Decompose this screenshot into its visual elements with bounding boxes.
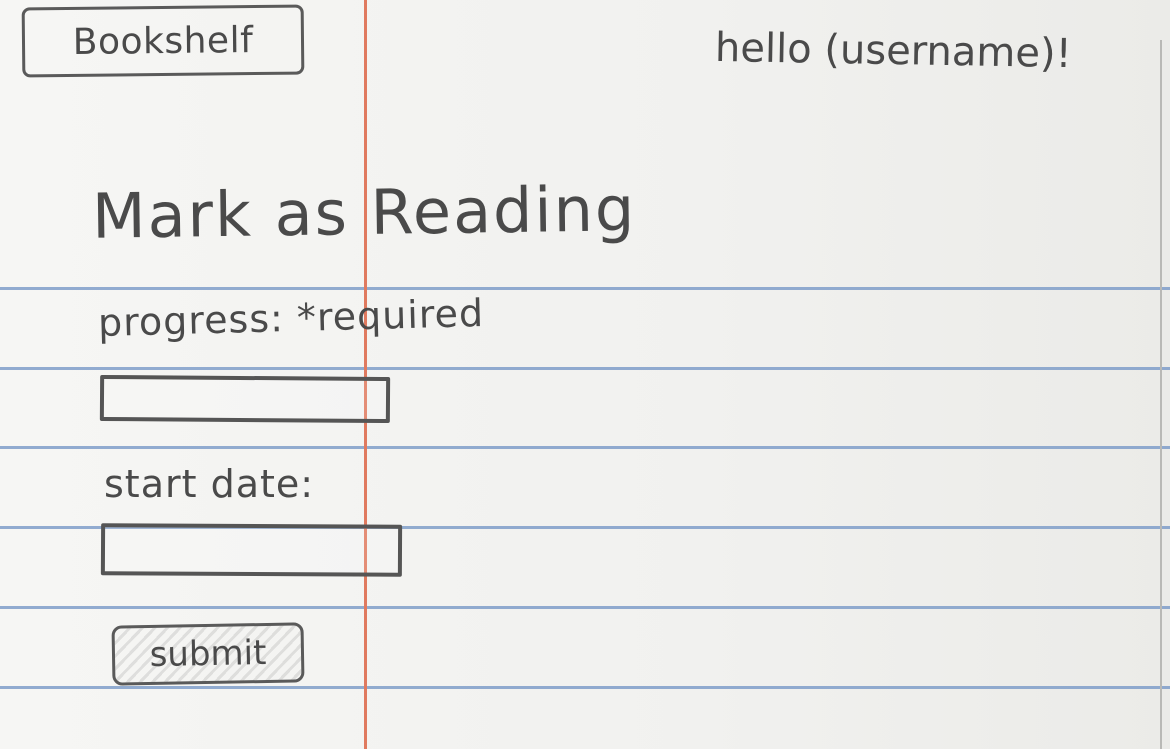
user-greeting: hello (username)! [714,24,1072,78]
ruled-line [0,287,1170,290]
start-date-label: start date: [104,462,315,506]
bookshelf-logo-button[interactable]: Bookshelf [21,4,305,78]
ruled-line [0,446,1170,449]
submit-button[interactable]: submit [111,622,305,686]
page-edge [1160,40,1162,749]
progress-input[interactable] [99,374,391,424]
submit-button-label: submit [149,632,267,676]
notebook-page: Bookshelf hello (username)! Mark as Read… [0,0,1170,749]
progress-label: progress: *required [97,290,485,346]
start-date-input[interactable] [100,523,403,577]
ruled-line [0,686,1170,689]
margin-line [364,0,367,749]
ruled-line [0,606,1170,609]
logo-text: Bookshelf [72,19,254,63]
ruled-line [0,367,1170,370]
page-title: Mark as Reading [91,172,637,253]
